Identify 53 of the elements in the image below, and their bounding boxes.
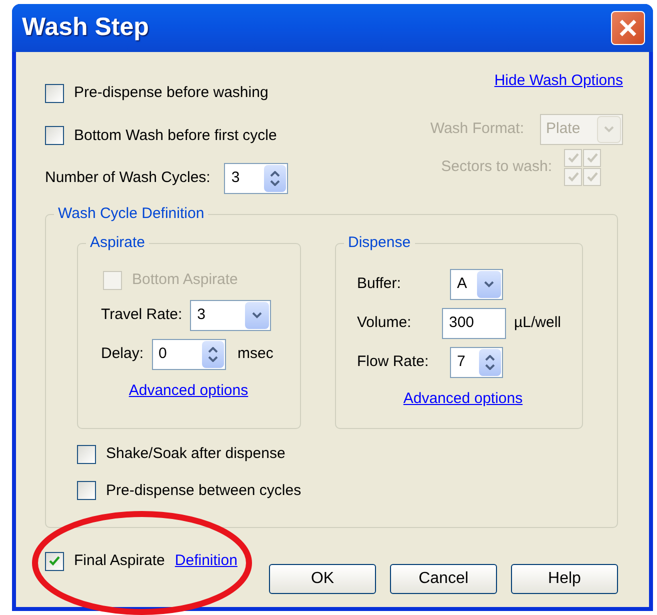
option-label: Final Aspirate xyxy=(74,551,165,571)
option-label: Pre-dispense before washing xyxy=(74,83,268,103)
dialog-button[interactable]: Cancel xyxy=(390,564,497,594)
field-label: Buffer: xyxy=(357,274,402,294)
field-label: Travel Rate: xyxy=(101,304,182,325)
option-label: Pre-dispense between cycles xyxy=(106,480,302,500)
field-label: Number of Wash Cycles: xyxy=(45,168,210,188)
option-label: Bottom Aspirate xyxy=(132,270,238,290)
dropdown[interactable]: 3 xyxy=(190,300,272,330)
group-title: Wash Cycle Definition xyxy=(54,204,208,224)
spin-field[interactable]: 3 xyxy=(224,163,288,194)
close-button[interactable] xyxy=(611,11,645,45)
chevron-down-icon xyxy=(252,312,262,318)
checkmark-icon xyxy=(586,152,598,162)
hide-options-link[interactable]: Hide Wash Options xyxy=(494,70,623,92)
checkbox[interactable] xyxy=(45,552,64,571)
checkmark-icon xyxy=(568,172,578,182)
checkbox[interactable] xyxy=(77,481,96,500)
checkmark-icon xyxy=(586,172,598,182)
dialog-button[interactable]: Help xyxy=(511,564,618,594)
checkbox[interactable] xyxy=(77,444,96,464)
input-field[interactable]: 300 xyxy=(442,308,506,339)
field-label: Flow Rate: xyxy=(357,352,430,372)
dropdown-button[interactable] xyxy=(245,302,270,328)
field-label: Sectors to wash: xyxy=(441,156,552,177)
field-label: Delay: xyxy=(101,344,144,364)
field-label: Wash Format: xyxy=(430,118,524,139)
close-icon xyxy=(619,19,637,37)
checkmark-icon xyxy=(49,556,60,566)
dropdown[interactable]: A xyxy=(450,269,503,300)
unit-label: msec xyxy=(238,344,274,364)
chevron-down-icon xyxy=(484,281,494,288)
checkmark-icon xyxy=(568,152,578,162)
spin-buttons[interactable] xyxy=(264,165,286,192)
group-title: Dispense xyxy=(344,233,415,253)
group-title: Aspirate xyxy=(86,233,150,253)
spin-field[interactable]: 7 xyxy=(450,347,503,378)
advanced-options-link[interactable]: Advanced options xyxy=(403,390,523,407)
chevron-down-icon xyxy=(604,126,614,132)
unit-label: µL/well xyxy=(514,313,561,334)
spin-field[interactable]: 0 xyxy=(152,338,226,370)
field-label: Volume: xyxy=(357,313,412,334)
option-label: Shake/Soak after dispense xyxy=(106,444,286,464)
dialog-button[interactable]: OK xyxy=(269,564,376,594)
spin-buttons[interactable] xyxy=(479,349,501,376)
option-label: Bottom Wash before first cycle xyxy=(74,126,277,146)
checkbox[interactable] xyxy=(45,84,64,103)
checkbox[interactable] xyxy=(45,126,64,146)
spin-buttons[interactable] xyxy=(202,340,224,368)
dropdown-button[interactable] xyxy=(477,271,501,298)
window-title: Wash Step xyxy=(22,12,149,44)
definition-link[interactable]: Definition xyxy=(174,550,238,572)
advanced-options-link[interactable]: Advanced options xyxy=(128,382,248,398)
